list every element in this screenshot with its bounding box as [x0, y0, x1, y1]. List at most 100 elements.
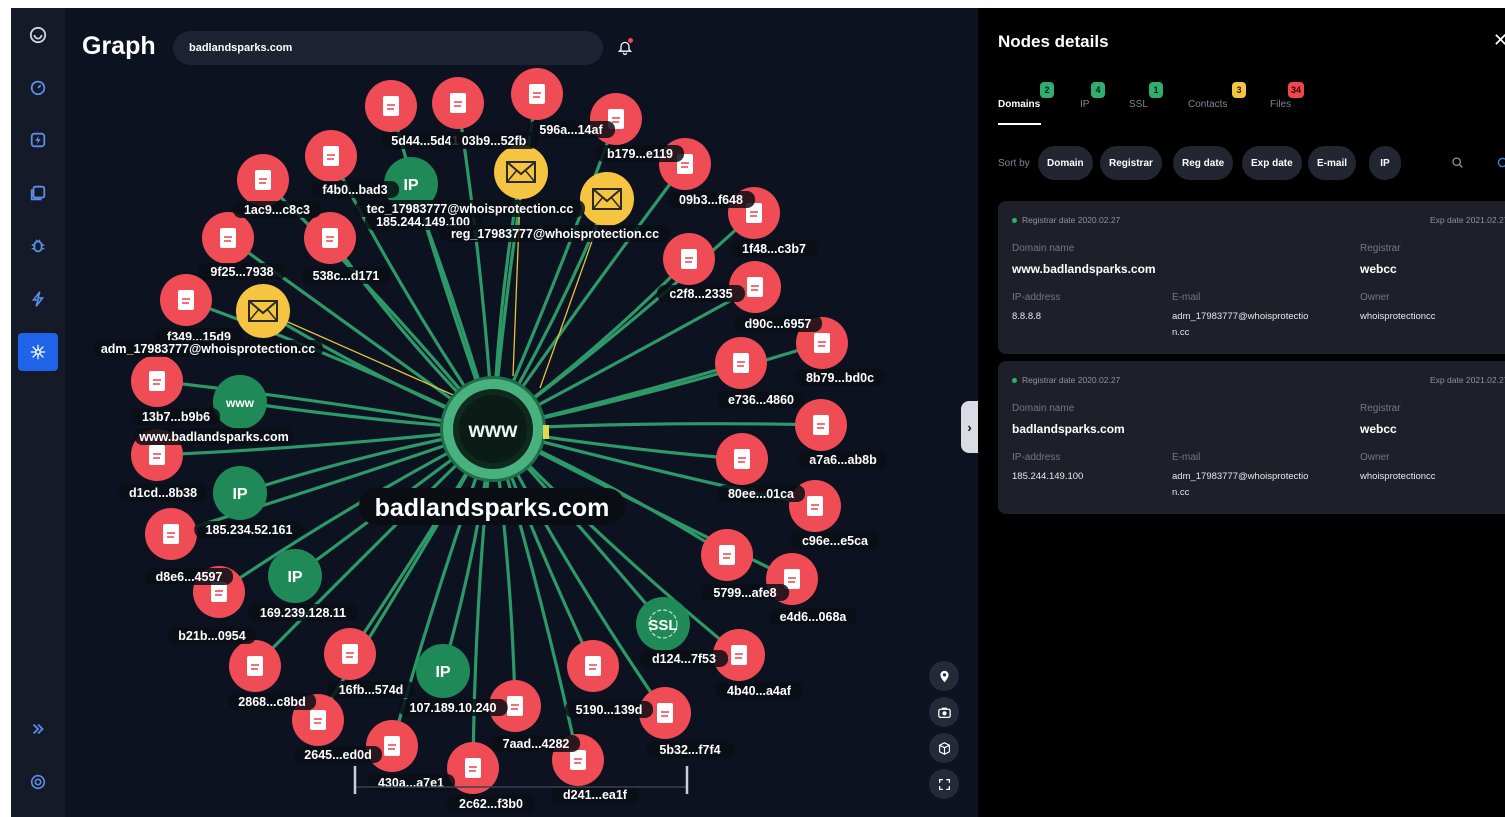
www-node[interactable]: www [213, 375, 267, 429]
file-node[interactable] [701, 529, 753, 581]
cube-icon [938, 741, 950, 755]
file-icon [585, 656, 601, 676]
node-label-text: 169.239.128.11 [260, 606, 346, 620]
file-node[interactable] [305, 130, 357, 182]
file-node[interactable] [511, 68, 563, 120]
notifications-button[interactable] [611, 34, 639, 62]
sort-reg-date-button[interactable]: Reg date [1173, 146, 1234, 180]
file-node[interactable] [202, 212, 254, 264]
ip-address-label: IP-address [1012, 452, 1061, 463]
node-label: b21b...0954 [167, 627, 257, 644]
search-icon [1451, 156, 1463, 168]
file-node[interactable] [145, 508, 197, 560]
ip-node[interactable]: IP [268, 549, 322, 603]
file-node[interactable] [432, 77, 484, 129]
tab-ip[interactable]: IP [1080, 99, 1089, 110]
refresh-icon [1497, 157, 1505, 167]
tab-ssl-count: 1 [1149, 82, 1163, 98]
screenshot-button[interactable] [929, 697, 959, 727]
status-dot [1012, 218, 1017, 224]
dashboard-icon[interactable] [18, 68, 58, 106]
sort-ip-button[interactable]: IP [1369, 146, 1401, 180]
bug-icon[interactable] [18, 227, 58, 265]
file-node[interactable] [131, 355, 183, 407]
sort-email-button[interactable]: E-mail [1308, 146, 1357, 180]
ip-node[interactable]: IP [416, 644, 470, 698]
sort-exp-date-button[interactable]: Exp date [1242, 146, 1302, 180]
node-label: 538c...d171 [301, 267, 391, 284]
node-label: d8e6...4597 [144, 568, 234, 585]
file-node[interactable] [324, 628, 376, 680]
file-node[interactable] [715, 337, 767, 389]
settings-logo-icon[interactable] [18, 763, 58, 801]
ssl-node[interactable]: SSL [636, 597, 690, 651]
search-input[interactable] [173, 31, 603, 65]
tab-ssl[interactable]: SSL [1129, 99, 1148, 110]
center-node[interactable]: www [440, 376, 549, 482]
file-node[interactable] [229, 640, 281, 692]
node-label-text: d124...7f53 [652, 652, 716, 666]
node-label-text: 5799...afe8 [713, 586, 776, 600]
graph-canvas[interactable]: www IP www IP IP SSL IP 5d44...5d41 03b9...52f… [65, 8, 978, 817]
file-icon [149, 445, 165, 465]
file-node[interactable] [663, 233, 715, 285]
file-node[interactable] [365, 80, 417, 132]
refresh-button[interactable] [1486, 146, 1505, 178]
node-label: www.badlandsparks.com [134, 428, 294, 445]
sort-domain-button[interactable]: Domain [1038, 146, 1093, 180]
file-node[interactable] [716, 433, 768, 485]
search-button[interactable] [1441, 146, 1473, 178]
domain-card[interactable]: Registrar date 2020.02.27 Exp date 2021.… [998, 201, 1505, 354]
app-window: www IP www IP IP SSL IP 5d44...5d41 03b9...52f… [11, 8, 1505, 817]
file-icon [681, 249, 697, 269]
email-node[interactable] [236, 284, 290, 338]
tab-domains[interactable]: Domains [998, 99, 1040, 110]
node-label: d124...7f53 [639, 650, 729, 667]
domain-card[interactable]: Registrar date 2020.02.27 Exp date 2021.… [998, 361, 1505, 514]
ip-icon: IP [435, 664, 450, 681]
svg-text:IP: IP [435, 664, 450, 681]
node-label: 2c62...f3b0 [446, 795, 536, 812]
node-label: 03b9...52fb [449, 132, 539, 149]
ip-icon: IP [232, 486, 247, 503]
expand-sidebar-icon[interactable] [18, 710, 58, 748]
node-label-text: d90c...6957 [745, 317, 812, 331]
file-node[interactable] [447, 742, 499, 794]
file-node[interactable] [304, 212, 356, 264]
lightning-icon[interactable] [18, 280, 58, 318]
file-icon [465, 758, 481, 778]
logo-icon[interactable] [18, 16, 58, 54]
status-dot [1012, 378, 1017, 384]
center-node-icon-text: www [467, 419, 518, 442]
location-button[interactable] [929, 661, 959, 691]
file-node[interactable] [567, 640, 619, 692]
node-label-text: c2f8...2335 [669, 287, 732, 301]
node-label: 5799...afe8 [700, 584, 790, 601]
tab-contacts[interactable]: Contacts [1188, 99, 1227, 110]
file-icon [734, 449, 750, 469]
profiles-icon[interactable] [18, 174, 58, 212]
file-node[interactable] [237, 154, 289, 206]
active-tab-indicator [998, 123, 1041, 125]
node-label: 13b7...b9b6 [131, 408, 221, 425]
registrar-value: webcc [1360, 262, 1397, 276]
fullscreen-button[interactable] [929, 769, 959, 799]
ip-node[interactable]: IP [213, 466, 267, 520]
alerts-icon[interactable] [18, 121, 58, 159]
email-node[interactable] [580, 172, 634, 226]
3d-view-button[interactable] [929, 733, 959, 763]
node-label: 80ee...01ca [716, 485, 806, 502]
sort-registrar-button[interactable]: Registrar [1100, 146, 1162, 180]
email-node[interactable] [494, 145, 548, 199]
owner-value: whoisprotectioncc [1360, 311, 1436, 322]
node-label: 7aad...4282 [491, 735, 581, 752]
file-node[interactable] [160, 274, 212, 326]
file-node[interactable] [795, 399, 847, 451]
tab-files[interactable]: Files [1270, 99, 1291, 110]
fullscreen-icon [938, 778, 950, 790]
graph-nav-icon[interactable] [18, 333, 58, 371]
file-icon [255, 170, 271, 190]
graph-svg[interactable]: www IP www IP IP SSL IP 5d44...5d41 03b9...52f… [65, 8, 978, 817]
collapse-panel-button[interactable]: › [961, 401, 978, 453]
close-panel-button[interactable]: ✕ [1493, 30, 1505, 51]
